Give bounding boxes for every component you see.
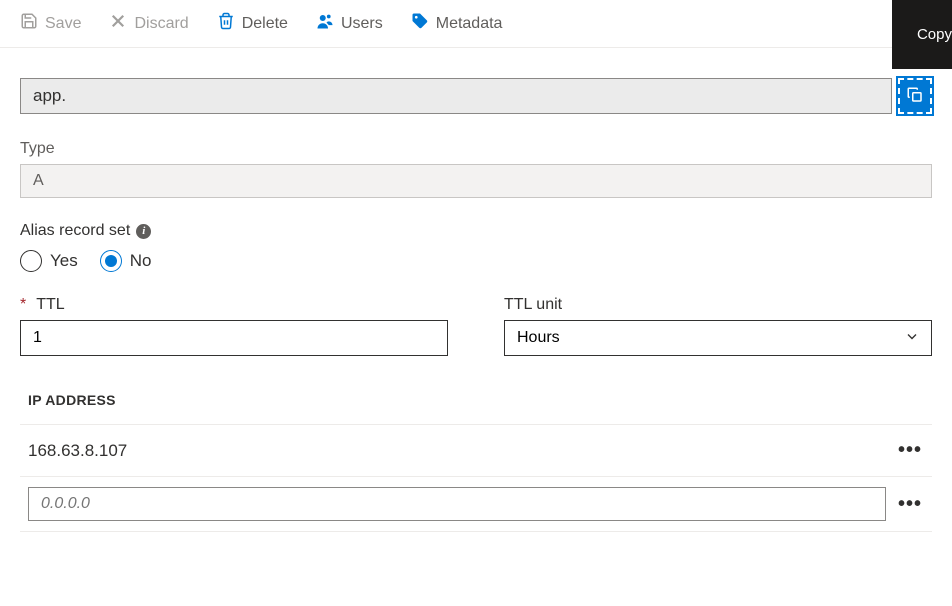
record-name-input[interactable] — [20, 78, 892, 114]
ttl-input[interactable] — [20, 320, 448, 356]
ip-section-header: IP ADDRESS — [20, 392, 932, 424]
copy-name-button[interactable] — [898, 78, 932, 114]
alias-label: Alias record set i — [20, 222, 932, 240]
more-menu-button[interactable]: ••• — [896, 439, 924, 462]
tag-icon — [411, 12, 429, 35]
ip-input[interactable] — [28, 487, 886, 521]
delete-label: Delete — [242, 15, 288, 33]
ttl-row: *TTL TTL unit — [20, 296, 932, 356]
alias-radio-group: Yes No — [20, 250, 932, 272]
toolbar: Save Discard Delete Users Metadata — [0, 0, 952, 48]
ttl-label: *TTL — [20, 296, 448, 314]
close-icon — [109, 12, 127, 35]
ttl-unit-select[interactable] — [504, 320, 932, 356]
more-menu-button[interactable]: ••• — [896, 493, 924, 516]
copy-tooltip: Copy — [892, 0, 952, 69]
users-label: Users — [341, 15, 383, 33]
radio-icon — [100, 250, 122, 272]
users-icon — [316, 12, 334, 35]
ip-list: 168.63.8.107 ••• ••• — [20, 424, 932, 532]
alias-radio-yes[interactable]: Yes — [20, 250, 78, 272]
metadata-label: Metadata — [436, 15, 503, 33]
save-icon — [20, 12, 38, 35]
info-icon[interactable]: i — [136, 224, 151, 239]
metadata-button[interactable]: Metadata — [411, 12, 503, 35]
ttl-field: *TTL — [20, 296, 448, 356]
ip-row-new: ••• — [20, 477, 932, 532]
content-panel: Type A Alias record set i Yes No *TTL — [0, 48, 952, 532]
users-button[interactable]: Users — [316, 12, 383, 35]
discard-label: Discard — [134, 15, 188, 33]
ip-row: 168.63.8.107 ••• — [20, 425, 932, 477]
ip-value: 168.63.8.107 — [28, 441, 886, 461]
ttl-unit-field: TTL unit — [504, 296, 932, 356]
alias-radio-no[interactable]: No — [100, 250, 152, 272]
trash-icon — [217, 12, 235, 35]
type-field: Type A — [20, 140, 932, 198]
copy-icon — [906, 86, 924, 107]
type-value: A — [20, 164, 932, 198]
ttl-unit-label: TTL unit — [504, 296, 932, 314]
alias-field: Alias record set i Yes No — [20, 222, 932, 272]
save-label: Save — [45, 15, 81, 33]
discard-button[interactable]: Discard — [109, 12, 188, 35]
record-name-row — [20, 78, 932, 114]
save-button[interactable]: Save — [20, 12, 81, 35]
delete-button[interactable]: Delete — [217, 12, 288, 35]
radio-icon — [20, 250, 42, 272]
type-label: Type — [20, 140, 932, 158]
